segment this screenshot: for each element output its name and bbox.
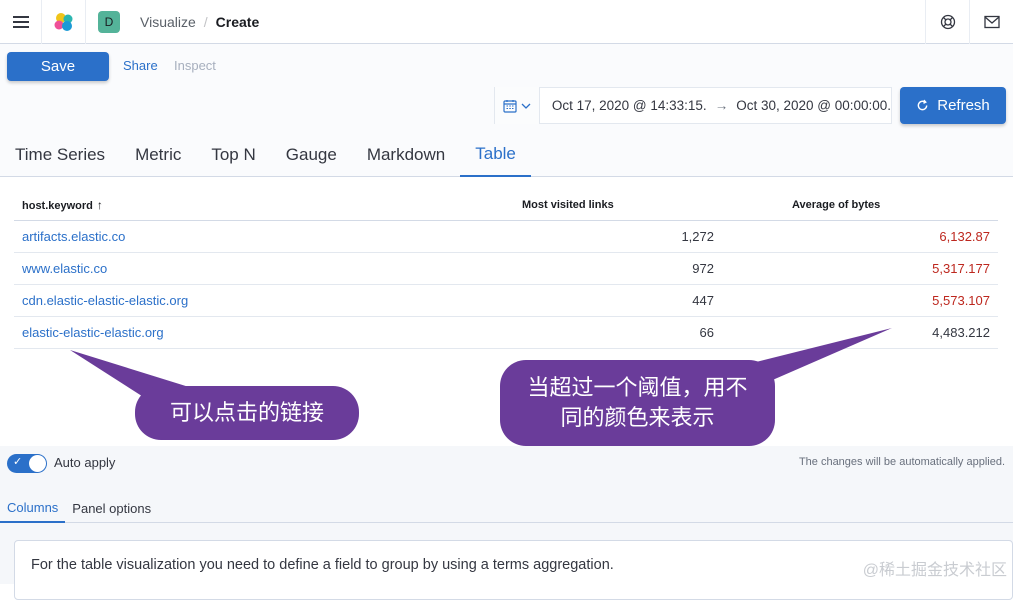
bytes-cell: 4,483.212 [722,316,998,349]
editor-tabs: Columns Panel options [0,494,1013,523]
table-row: www.elastic.co 972 5,317.177 [14,252,998,285]
host-link[interactable]: elastic-elastic-elastic.org [14,316,514,349]
help-lifebuoy-icon [940,14,955,29]
space-avatar: D [98,10,120,33]
share-link[interactable]: Share [123,58,158,73]
column-header-host[interactable]: host.keyword ↑ [14,190,514,221]
date-picker[interactable]: Oct 17, 2020 @ 14:33:15. → Oct 30, 2020 … [494,87,892,124]
bytes-cell: 5,573.107 [722,284,998,317]
data-table: host.keyword ↑ Most visited links Average… [14,190,998,349]
watermark: @稀土掘金技术社区 [862,562,1007,579]
tab-gauge[interactable]: Gauge [271,132,352,177]
table-row: cdn.elastic-elastic-elastic.org 447 5,57… [14,284,998,317]
visits-cell: 972 [514,252,722,285]
threshold-annotation-line2: 同的颜色来表示 [560,405,715,430]
tab-columns[interactable]: Columns [0,494,66,523]
sort-ascending-icon[interactable]: ↑ [97,198,103,212]
hamburger-icon [12,13,29,31]
tab-panel-options[interactable]: Panel options [65,494,158,523]
top-nav-menu: Save Share Inspect [0,44,1013,86]
breadcrumb-visualize[interactable]: Visualize [140,14,196,30]
query-bar: Oct 17, 2020 @ 14:33:15. → Oct 30, 2020 … [0,86,1013,132]
host-link[interactable]: artifacts.elastic.co [14,220,514,253]
end-date[interactable]: Oct 30, 2020 @ 00:00:00. [736,98,891,113]
visits-cell: 66 [514,316,722,349]
table-header-row: host.keyword ↑ Most visited links Average… [14,190,998,221]
tab-table[interactable]: Table [460,132,531,177]
inspect-link[interactable]: Inspect [174,58,216,73]
links-annotation: 可以点击的链接 [135,386,359,440]
table-visualization: host.keyword ↑ Most visited links Average… [0,178,1013,446]
bytes-cell: 6,132.87 [722,220,998,253]
visualization-tabs: Time Series Metric Top N Gauge Markdown … [0,132,1013,177]
auto-apply-note: The changes will be automatically applie… [798,456,1005,468]
table-row: artifacts.elastic.co 1,272 6,132.87 [14,220,998,253]
newsfeed-button[interactable] [969,0,1013,44]
refresh-button[interactable]: Refresh [900,87,1006,124]
toggle-knob [29,455,46,472]
tab-markdown[interactable]: Markdown [352,132,460,177]
mail-icon [983,15,1000,28]
check-icon: ✓ [13,456,23,468]
space-selector[interactable]: D [86,0,132,44]
visits-cell: 447 [514,284,722,317]
host-link[interactable]: www.elastic.co [14,252,514,285]
breadcrumb-create: Create [215,13,260,30]
breadcrumb-separator: / [203,13,208,30]
refresh-label: Refresh [937,97,990,114]
host-header-label: host.keyword [22,199,93,212]
host-link[interactable]: cdn.elastic-elastic-elastic.org [14,284,514,317]
threshold-annotation-line1: 当超过一个阈值，用不 [527,375,748,401]
calendar-icon [503,99,517,113]
quick-menu-button[interactable] [495,87,540,124]
table-row: elastic-elastic-elastic.org 66 4,483.212 [14,316,998,349]
group-by-hint: For the table visualization you need to … [31,557,614,573]
tab-metric[interactable]: Metric [120,132,196,177]
breadcrumb: Visualize / Create [140,14,259,30]
tab-top-n[interactable]: Top N [196,132,270,177]
threshold-annotation: 当超过一个阈值，用不 同的颜色来表示 [500,360,775,446]
start-date[interactable]: Oct 17, 2020 @ 14:33:15. [552,98,707,113]
column-header-bytes[interactable]: Average of bytes [722,190,998,221]
column-header-visits[interactable]: Most visited links [514,190,722,221]
tab-time-series[interactable]: Time Series [0,132,120,177]
elastic-logo[interactable] [42,0,86,44]
editor-panel: ✓ Auto apply The changes will be automat… [0,446,1013,600]
menu-button[interactable] [0,0,42,44]
elastic-logo-icon [54,12,72,31]
help-button[interactable] [925,0,969,44]
save-button[interactable]: Save [7,52,109,81]
chevron-down-icon [521,103,531,109]
auto-apply-label: Auto apply [54,455,116,470]
auto-apply-toggle[interactable]: ✓ [7,454,47,473]
top-header: D Visualize / Create [0,0,1013,44]
visits-cell: 1,272 [514,220,722,253]
arrow-right-icon: → [714,98,729,113]
bytes-cell: 5,317.177 [722,252,998,285]
refresh-icon [917,99,928,111]
